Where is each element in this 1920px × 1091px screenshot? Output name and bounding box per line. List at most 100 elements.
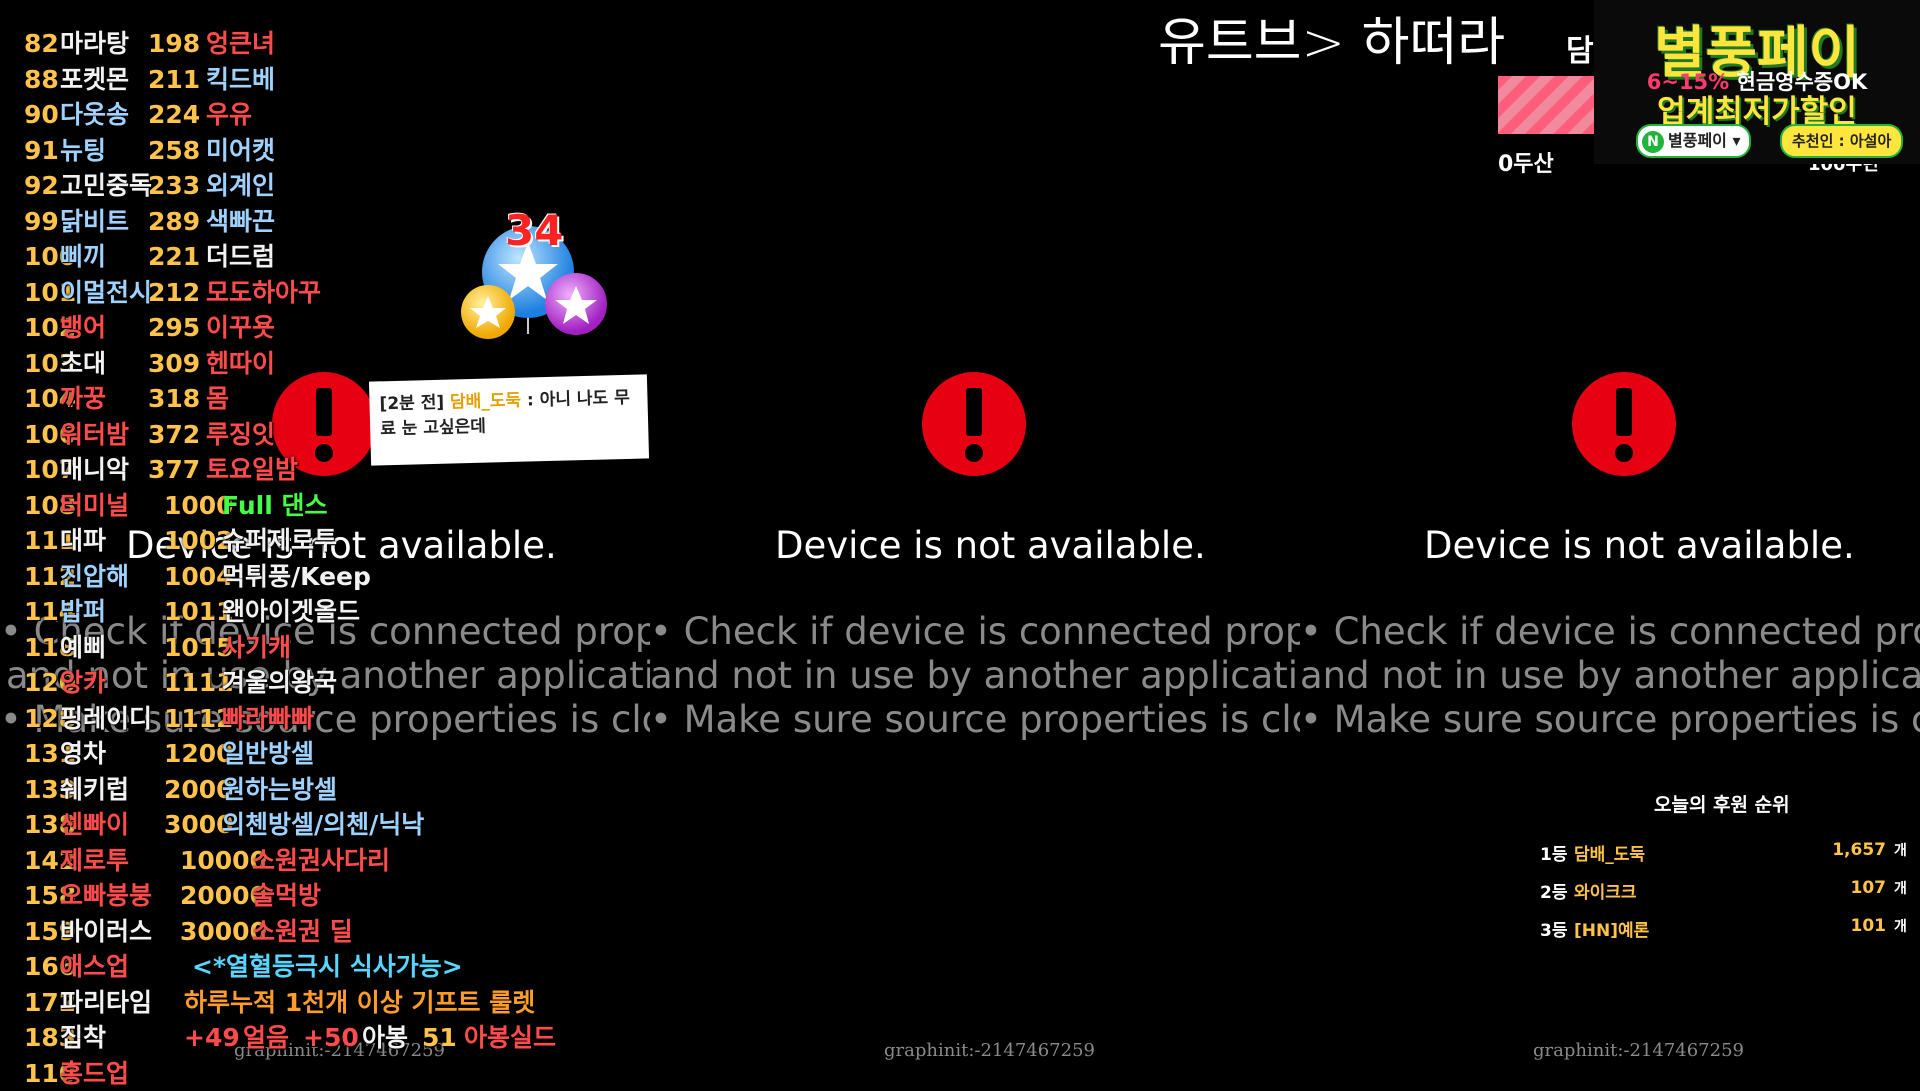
menu-label: 더드럼: [206, 239, 275, 275]
menu-row: 166애스업<*열혈등극시 식사가능>: [24, 949, 544, 985]
ranking-position: 2등: [1540, 878, 1567, 903]
ranking-position: 3등: [1540, 916, 1567, 941]
menu-label: 빠라빠빠: [222, 701, 314, 737]
menu-label: 루징잇: [206, 417, 275, 453]
donation-menu: 82마라탕198엉큰녀88포켓몬211킥드베90다옷송224우유91뉴팅258미…: [24, 26, 544, 1091]
menu-label: 뱅어: [60, 310, 106, 346]
menu-label: 쉐키럽: [60, 772, 129, 808]
device-message: Device is not available.: [775, 524, 1206, 567]
menu-label: 워터밤: [60, 417, 129, 453]
ranking-name: 담배_도둑: [1574, 840, 1645, 865]
menu-label: 홍드업: [60, 1056, 129, 1091]
chat-time: [2분 전]: [379, 393, 444, 415]
menu-label: 센빠이: [60, 807, 129, 843]
chat-sep: :: [521, 390, 540, 410]
menu-note: 51: [422, 1020, 457, 1056]
menu-row: 142제로투10000소원권사다리: [24, 843, 544, 879]
goal-label: 0두산: [1498, 146, 1554, 178]
menu-label: 까꿍: [60, 381, 106, 417]
menu-label: 우유: [206, 97, 252, 133]
menu-label: 집착: [60, 1020, 106, 1056]
menu-label: 겨울의왕국: [222, 665, 337, 701]
menu-row: 138센빠이3000의첸방셀/의첸/닉낙: [24, 807, 544, 843]
menu-row: 118예삐1015사기캐: [24, 630, 544, 666]
menu-row: 82마라탕198엉큰녀: [24, 26, 544, 62]
ranking-unit: 개: [1894, 916, 1907, 936]
menu-label: 이꾸욧: [206, 310, 275, 346]
menu-amount: 91: [24, 133, 59, 169]
menu-label: 사기캐: [222, 630, 291, 666]
ranking-name: 와이크크: [1574, 878, 1637, 903]
ranking-amount: 1,657: [1832, 840, 1886, 860]
ranking-amount: 107: [1851, 878, 1887, 898]
hint-column-3: • Check if device is connected prope and…: [1300, 610, 1920, 740]
naver-logo-icon: N: [1642, 131, 1664, 153]
menu-label: 일반방셀: [222, 736, 314, 772]
menu-amount: 82: [24, 26, 59, 62]
youtube-banner-tail: 담: [1566, 26, 1594, 70]
menu-amount: 212: [148, 275, 200, 311]
menu-row: 172파리타임하루누적 1천개 이상 기프트 룰렛: [24, 985, 544, 1021]
chat-popup: [2분 전] 담배_도둑 : 아니 나도 무료 눈 고싶은데: [369, 374, 649, 465]
menu-row: 90다옷송224우유: [24, 97, 544, 133]
menu-amount: 233: [148, 168, 200, 204]
menu-amount: 99: [24, 204, 59, 240]
menu-amount: 198: [148, 26, 200, 62]
hint-column-2: • Check if device is connected properl a…: [650, 610, 1300, 740]
ad-referrer-button[interactable]: 추천인 : 아설아: [1780, 124, 1903, 158]
menu-amount: 309: [148, 346, 200, 382]
menu-label: 앙카: [60, 665, 106, 701]
menu-label: 영차: [60, 736, 106, 772]
menu-amount: 295: [148, 310, 200, 346]
menu-note: 얼음: [243, 1020, 289, 1056]
menu-label: 고민중독: [60, 168, 152, 204]
menu-row: 110홍드업: [24, 1056, 544, 1091]
menu-row: 88포켓몬211킥드베: [24, 62, 544, 98]
ad-banner[interactable]: 별풍페이 6~15% 현금영수증OK 업계최저가할인 N별풍페이 ▾ 추천인 :…: [1594, 0, 1920, 164]
menu-label: 이멀전시: [60, 275, 152, 311]
menu-label: 먹튀풍/Keep: [222, 559, 371, 595]
menu-label: 슈퍼제로투: [222, 523, 337, 559]
graph-error: graphinit:-2147467259: [884, 1040, 1095, 1061]
menu-amount: 88: [24, 62, 59, 98]
menu-label: 오빠붕붕: [60, 878, 152, 914]
menu-row: 114밥퍼1011왠아이겟올드: [24, 594, 544, 630]
menu-label: 외계인: [206, 168, 275, 204]
ranking-amount: 101: [1851, 916, 1887, 936]
ranking-unit: 개: [1894, 878, 1907, 898]
menu-row: 128핑레이디1112빠라빠빠: [24, 701, 544, 737]
menu-note: +49: [184, 1020, 240, 1056]
graph-error: graphinit:-2147467259: [1533, 1040, 1744, 1061]
menu-label: 예삐: [60, 630, 106, 666]
menu-label: 엉큰녀: [206, 26, 275, 62]
menu-label: 소원권 딜: [252, 914, 353, 950]
chat-nick: 담배_도둑: [450, 391, 522, 413]
menu-note: 아봉실드: [464, 1020, 556, 1056]
youtube-banner: 유트브> 하떠라: [1158, 0, 1505, 75]
alert-icon: [922, 372, 1026, 476]
device-message: Device is not available.: [1424, 524, 1855, 567]
menu-row: 92고민중독233외계인: [24, 168, 544, 204]
menu-row: 112진압해1004먹튀풍/Keep: [24, 559, 544, 595]
menu-label: 초대: [60, 346, 106, 382]
menu-amount: 221: [148, 239, 200, 275]
menu-row: 159바이러스30000소원권 딜: [24, 914, 544, 950]
menu-label: 진압해: [60, 559, 129, 595]
ranking-unit: 개: [1894, 840, 1907, 860]
menu-label: 제로투: [60, 843, 129, 879]
goal-bar: [1498, 76, 1594, 134]
menu-label: 소원권사다리: [252, 843, 390, 879]
menu-label: 닭비트: [60, 204, 129, 240]
balloon-count: 34: [505, 206, 563, 255]
menu-row: 183집착+49얼음+50아봉51아봉실드: [24, 1020, 544, 1056]
menu-note: 아봉: [362, 1020, 408, 1056]
menu-note: <*열혈등극시 식사가능>: [192, 949, 463, 985]
menu-row: 120앙카1111겨울의왕국: [24, 665, 544, 701]
menu-label: 술먹방: [252, 878, 321, 914]
menu-row: 158오빠붕붕20000술먹방: [24, 878, 544, 914]
menu-label: 왠아이겟올드: [222, 594, 360, 630]
menu-label: 바이러스: [60, 914, 152, 950]
menu-label: 원하는방셀: [222, 772, 337, 808]
ad-pay-button[interactable]: N별풍페이 ▾: [1636, 124, 1751, 158]
menu-row: 133쉐키럽2000원하는방셀: [24, 772, 544, 808]
